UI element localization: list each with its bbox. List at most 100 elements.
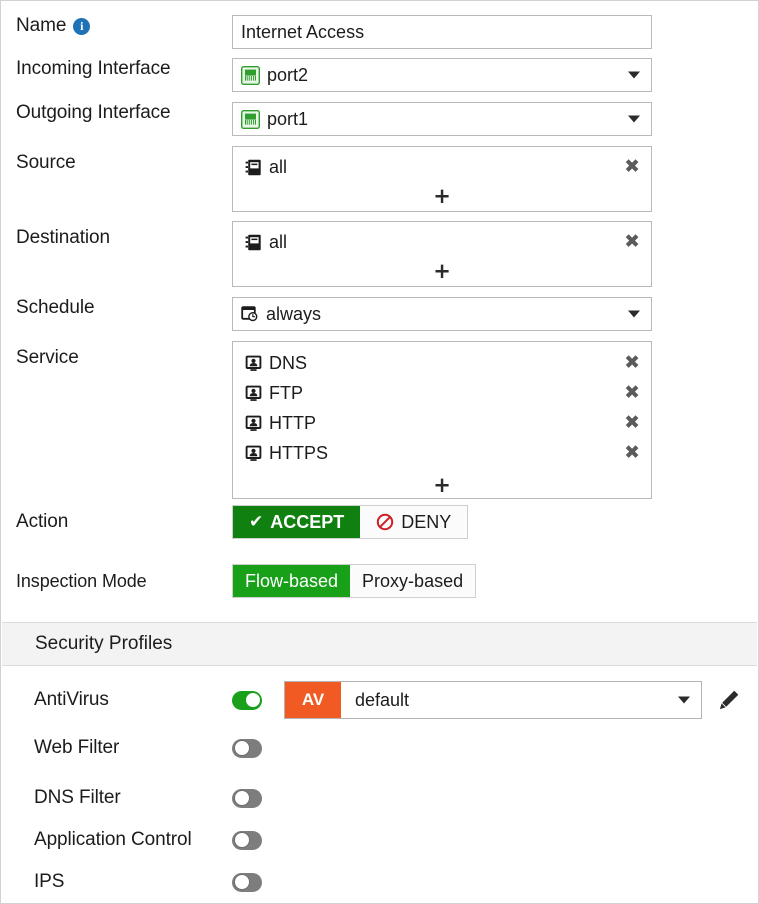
label-source: Source bbox=[16, 146, 232, 180]
chevron-down-icon[interactable] bbox=[628, 72, 640, 79]
label-destination: Destination bbox=[16, 221, 232, 255]
toggle-knob bbox=[245, 692, 261, 708]
list-item[interactable]: HTTP ✖ bbox=[233, 408, 651, 438]
security-profiles-header-text: Security Profiles bbox=[35, 633, 172, 655]
toggle-knob bbox=[234, 874, 250, 890]
remove-icon[interactable]: ✖ bbox=[624, 158, 640, 177]
list-item-label: FTP bbox=[269, 383, 303, 404]
label-schedule-text: Schedule bbox=[16, 297, 94, 319]
action-accept-label: ACCEPT bbox=[270, 512, 344, 533]
service-object-icon bbox=[245, 355, 262, 372]
label-inspection-mode-text: Inspection Mode bbox=[16, 570, 147, 592]
profile-row-dns-filter: DNS Filter bbox=[1, 783, 759, 813]
toggle-knob bbox=[234, 790, 250, 806]
label-application-control: Application Control bbox=[34, 825, 232, 855]
list-item-label: HTTPS bbox=[269, 443, 328, 464]
field-row-outgoing-interface: Outgoing Interface port1 bbox=[1, 102, 759, 136]
action-deny-button[interactable]: DENY bbox=[360, 506, 467, 538]
field-row-schedule: Schedule always bbox=[1, 297, 759, 331]
service-control: DNS ✖ FTP ✖ bbox=[232, 341, 759, 499]
list-item[interactable]: all ✖ bbox=[233, 153, 651, 181]
application-control-toggle-cell bbox=[232, 831, 284, 850]
list-item[interactable]: FTP ✖ bbox=[233, 378, 651, 408]
chevron-down-icon[interactable] bbox=[628, 116, 640, 123]
label-action: Action bbox=[16, 505, 232, 539]
address-object-icon bbox=[245, 234, 262, 251]
list-item-label: HTTP bbox=[269, 413, 316, 434]
remove-icon[interactable]: ✖ bbox=[624, 233, 640, 252]
remove-icon[interactable]: ✖ bbox=[624, 354, 640, 373]
label-service-text: Service bbox=[16, 347, 79, 369]
toggle-knob bbox=[234, 832, 250, 848]
chevron-down-icon[interactable] bbox=[628, 311, 640, 318]
action-accept-button[interactable]: ✔ ACCEPT bbox=[233, 506, 360, 538]
destination-multiselect: all ✖ + bbox=[232, 221, 652, 287]
service-object-icon bbox=[245, 385, 262, 402]
application-control-toggle[interactable] bbox=[232, 831, 262, 850]
inspection-mode-proxy-button[interactable]: Proxy-based bbox=[350, 565, 475, 597]
network-port-icon bbox=[241, 66, 260, 85]
label-incoming-interface: Incoming Interface bbox=[16, 58, 232, 80]
action-segmented-control: ✔ ACCEPT DENY bbox=[232, 505, 468, 539]
name-input[interactable]: Internet Access bbox=[232, 15, 652, 49]
label-inspection-mode: Inspection Mode bbox=[16, 564, 232, 598]
label-incoming-interface-text: Incoming Interface bbox=[16, 58, 171, 80]
outgoing-interface-control: port1 bbox=[232, 102, 759, 136]
inspection-mode-segmented-control: Flow-based Proxy-based bbox=[232, 564, 476, 598]
chevron-down-icon[interactable] bbox=[678, 697, 690, 704]
web-filter-toggle[interactable] bbox=[232, 739, 262, 758]
profile-row-web-filter: Web Filter bbox=[1, 733, 759, 763]
remove-icon[interactable]: ✖ bbox=[624, 444, 640, 463]
list-item[interactable]: HTTPS ✖ bbox=[233, 438, 651, 468]
label-antivirus: AntiVirus bbox=[34, 685, 232, 715]
dns-filter-toggle[interactable] bbox=[232, 789, 262, 808]
antivirus-profile-name: default bbox=[355, 690, 409, 711]
av-badge: AV bbox=[285, 682, 341, 718]
incoming-interface-select[interactable]: port2 bbox=[232, 58, 652, 92]
profile-row-antivirus: AntiVirus AV default bbox=[1, 681, 759, 719]
schedule-value: always bbox=[266, 304, 321, 325]
outgoing-interface-select[interactable]: port1 bbox=[232, 102, 652, 136]
web-filter-toggle-cell bbox=[232, 739, 284, 758]
list-item[interactable]: DNS ✖ bbox=[233, 348, 651, 378]
list-item[interactable]: all ✖ bbox=[233, 228, 651, 256]
remove-icon[interactable]: ✖ bbox=[624, 384, 640, 403]
profile-row-application-control: Application Control bbox=[1, 825, 759, 855]
field-row-name: Name i Internet Access bbox=[1, 15, 759, 49]
label-dns-filter: DNS Filter bbox=[34, 783, 232, 813]
remove-icon[interactable]: ✖ bbox=[624, 414, 640, 433]
inspection-mode-flow-button[interactable]: Flow-based bbox=[233, 565, 350, 597]
schedule-clock-icon bbox=[241, 305, 259, 323]
network-port-icon bbox=[241, 110, 260, 129]
label-source-text: Source bbox=[16, 152, 76, 174]
schedule-select[interactable]: always bbox=[232, 297, 652, 331]
field-row-inspection-mode: Inspection Mode Flow-based Proxy-based bbox=[1, 564, 759, 598]
antivirus-profile-select[interactable]: AV default bbox=[284, 681, 702, 719]
label-outgoing-interface: Outgoing Interface bbox=[16, 102, 232, 124]
security-profiles-header: Security Profiles bbox=[2, 622, 757, 666]
label-web-filter-text: Web Filter bbox=[34, 737, 119, 759]
field-row-destination: Destination all bbox=[1, 221, 759, 287]
label-action-text: Action bbox=[16, 511, 68, 533]
add-destination-button[interactable]: + bbox=[233, 256, 651, 286]
firewall-policy-form: Name i Internet Access Incoming Interfac… bbox=[0, 0, 759, 904]
antivirus-toggle[interactable] bbox=[232, 691, 262, 710]
field-row-source: Source all ✖ bbox=[1, 146, 759, 212]
source-control: all ✖ + bbox=[232, 146, 759, 212]
ips-toggle[interactable] bbox=[232, 873, 262, 892]
destination-control: all ✖ + bbox=[232, 221, 759, 287]
antivirus-profile-control: AV default bbox=[284, 681, 759, 719]
list-item-label: all bbox=[269, 232, 287, 253]
info-icon[interactable]: i bbox=[73, 18, 90, 35]
add-service-button[interactable]: + bbox=[233, 468, 651, 502]
label-ips-text: IPS bbox=[34, 871, 64, 893]
schedule-control: always bbox=[232, 297, 759, 331]
outgoing-interface-value: port1 bbox=[267, 109, 308, 130]
checkmark-icon: ✔ bbox=[249, 514, 263, 531]
add-source-button[interactable]: + bbox=[233, 181, 651, 211]
list-item-label: all bbox=[269, 157, 287, 178]
pencil-edit-icon[interactable] bbox=[718, 689, 740, 711]
field-row-service: Service DNS ✖ bbox=[1, 341, 759, 499]
label-application-control-text: Application Control bbox=[34, 829, 192, 851]
inspection-mode-control: Flow-based Proxy-based bbox=[232, 564, 759, 598]
